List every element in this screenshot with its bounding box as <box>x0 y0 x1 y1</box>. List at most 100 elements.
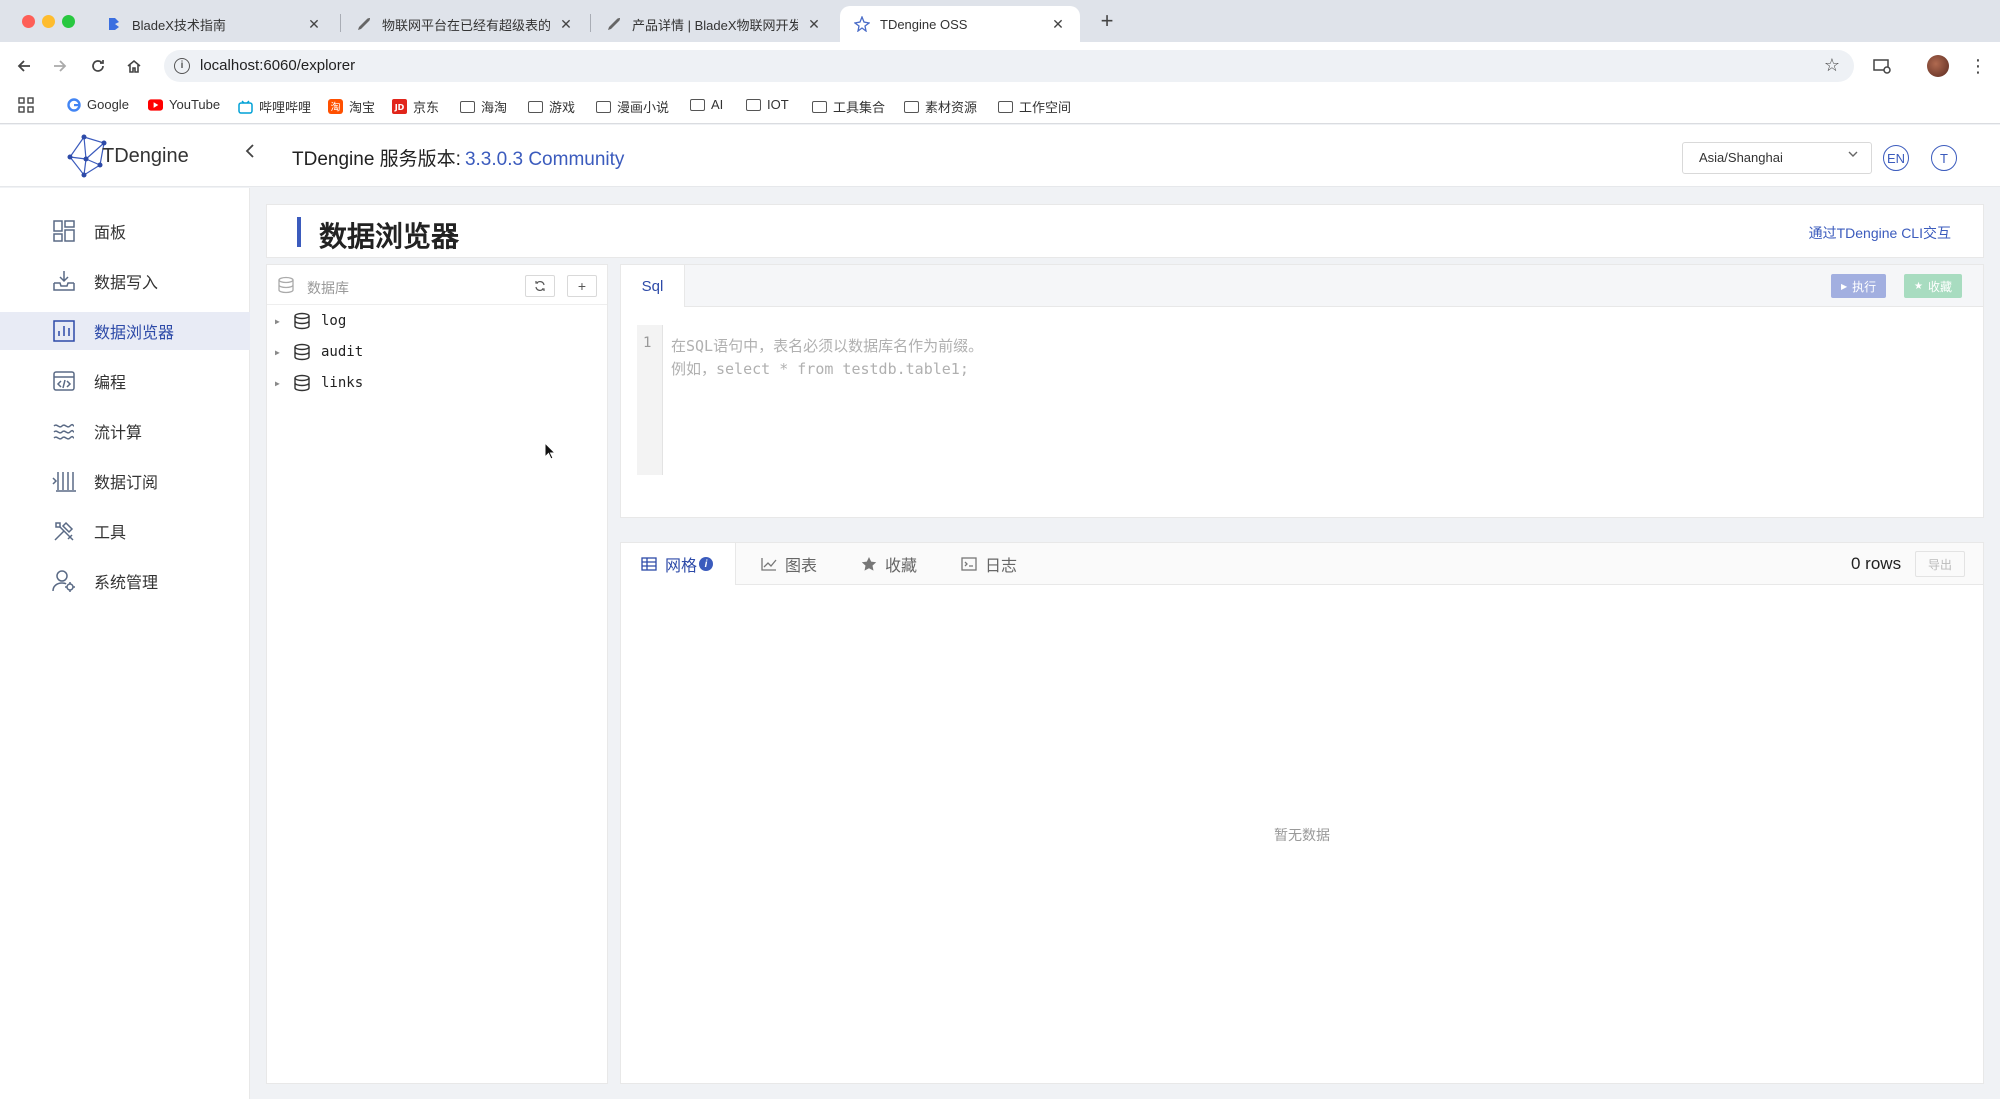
user-button[interactable]: T <box>1931 145 1957 171</box>
version-text: 3.3.0.3 Community <box>464 149 625 170</box>
folder-icon <box>596 99 611 114</box>
bookmark-folder[interactable]: 工作空间 <box>998 97 1071 116</box>
editor-placeholder-line-1: 在SQL语句中，表名必须以数据库名作为前缀。 <box>671 337 984 355</box>
app-logo[interactable]: TDengine <box>64 133 189 179</box>
code-icon <box>52 369 76 393</box>
apps-grid-icon[interactable] <box>18 97 34 113</box>
timezone-select[interactable]: Asia/Shanghai <box>1682 142 1872 174</box>
folder-icon <box>460 99 475 114</box>
close-tab-icon[interactable]: ✕ <box>306 16 322 33</box>
bookmark-star-icon[interactable]: ☆ <box>1824 55 1840 76</box>
cli-link[interactable]: 通过TDengine CLI交互 <box>1809 223 1951 243</box>
url-text: localhost:6060/explorer <box>200 57 356 74</box>
caret-right-icon[interactable]: ▶ <box>275 317 287 326</box>
caret-right-icon[interactable]: ▶ <box>275 379 287 388</box>
result-panel: 网格 i 图表 收藏 日志 0 rows 导出 暂无数据 <box>620 542 1984 1084</box>
browser-tab-iot[interactable]: 物联网平台在已经有超级表的情 ✕ <box>342 6 588 42</box>
database-item-links[interactable]: ▶ links <box>275 371 363 395</box>
bilibili-icon <box>238 99 253 114</box>
folder-icon <box>998 99 1013 114</box>
explorer-icon <box>52 319 76 343</box>
bookmark-folder[interactable]: 游戏 <box>528 97 575 116</box>
taobao-icon: 淘 <box>328 99 343 114</box>
new-tab-button[interactable]: + <box>1094 8 1120 34</box>
minimize-window-button[interactable] <box>42 15 55 28</box>
add-database-button[interactable]: + <box>567 275 597 297</box>
bookmark-taobao[interactable]: 淘 淘宝 <box>328 97 375 116</box>
rocket-icon <box>606 16 622 32</box>
browser-tab-tdengine[interactable]: TDengine OSS ✕ <box>840 6 1080 42</box>
data-in-icon <box>52 269 76 293</box>
folder-icon <box>812 99 827 114</box>
sidebar-item-stream[interactable]: 流计算 <box>0 412 250 450</box>
maximize-window-button[interactable] <box>62 15 75 28</box>
browser-menu-icon[interactable]: ⋮ <box>1962 50 1994 82</box>
bookmark-folder[interactable]: 素材资源 <box>904 97 977 116</box>
database-item-log[interactable]: ▶ log <box>275 309 346 333</box>
collapse-sidebar-icon[interactable] <box>240 143 260 164</box>
sidebar: 面板 数据写入 数据浏览器 编程 流计算 数据订阅 工具 系统管理 <box>0 188 250 1099</box>
export-button[interactable]: 导出 <box>1915 551 1965 577</box>
bookmark-jd[interactable]: JD 京东 <box>392 97 439 116</box>
bookmarks-bar: Google YouTube 哔哩哔哩 淘 淘宝 JD 京东 海淘 游戏 漫画小… <box>0 90 2000 124</box>
sidebar-item-subscribe[interactable]: 数据订阅 <box>0 462 250 500</box>
bookmark-folder[interactable]: 漫画小说 <box>596 97 669 116</box>
caret-right-icon[interactable]: ▶ <box>275 348 287 357</box>
database-item-audit[interactable]: ▶ audit <box>275 340 363 364</box>
folder-icon <box>690 97 705 112</box>
play-icon: ▶ <box>1841 281 1848 291</box>
close-tab-icon[interactable]: ✕ <box>558 16 574 33</box>
bookmark-youtube[interactable]: YouTube <box>148 97 220 112</box>
chevron-down-icon <box>1847 148 1859 163</box>
back-icon[interactable] <box>8 50 40 82</box>
service-version: TDengine 服务版本: 3.3.0.3 Community <box>292 149 625 170</box>
forward-icon[interactable] <box>44 50 76 82</box>
sidebar-item-code[interactable]: 编程 <box>0 362 250 400</box>
page-title: 数据浏览器 <box>319 221 460 252</box>
sidebar-item-tools[interactable]: 工具 <box>0 512 250 550</box>
tab-sql[interactable]: Sql <box>621 265 685 307</box>
cast-icon[interactable] <box>1866 50 1898 82</box>
close-tab-icon[interactable]: ✕ <box>806 16 822 33</box>
info-icon[interactable]: i <box>699 557 714 571</box>
bookmark-bilibili[interactable]: 哔哩哔哩 <box>238 97 311 116</box>
line-chart-icon <box>761 557 777 571</box>
bookmark-google[interactable]: Google <box>66 97 129 112</box>
sidebar-item-data-in[interactable]: 数据写入 <box>0 262 250 300</box>
tdengine-icon <box>853 15 871 33</box>
sql-editor[interactable]: 1 在SQL语句中，表名必须以数据库名作为前缀。 例如，select * fro… <box>637 325 1977 475</box>
refresh-button[interactable] <box>525 275 555 297</box>
site-info-icon[interactable]: i <box>174 58 190 74</box>
sidebar-item-explorer[interactable]: 数据浏览器 <box>0 312 250 350</box>
execute-button[interactable]: ▶ 执行 <box>1831 274 1887 298</box>
folder-icon <box>528 99 543 114</box>
refresh-icon <box>535 281 545 291</box>
address-bar[interactable]: i localhost:6060/explorer ☆ <box>164 50 1854 82</box>
profile-avatar[interactable] <box>1922 50 1954 82</box>
sidebar-item-admin[interactable]: 系统管理 <box>0 562 250 600</box>
browser-tab-bladex[interactable]: BladeX技术指南 ✕ <box>92 6 336 42</box>
line-gutter: 1 <box>637 325 663 475</box>
sql-panel: Sql ▶ 执行 ★ 收藏 1 在SQL语句中，表名必须以数据库名作为前缀。 例如，… <box>620 264 1984 518</box>
table-icon <box>641 557 657 571</box>
tab-favorites[interactable]: 收藏 <box>861 543 917 585</box>
save-favorite-button[interactable]: ★ 收藏 <box>1904 274 1962 298</box>
browser-tab-product[interactable]: 产品详情 | BladeX物联网开发平 ✕ <box>592 6 836 42</box>
bookmark-folder[interactable]: 工具集合 <box>812 97 885 116</box>
bookmark-folder[interactable]: 海淘 <box>460 97 507 116</box>
close-window-button[interactable] <box>22 15 35 28</box>
bookmark-folder[interactable]: IOT <box>746 97 789 112</box>
bladex-icon <box>106 16 122 32</box>
bookmark-folder[interactable]: AI <box>690 97 723 112</box>
home-icon[interactable] <box>118 50 150 82</box>
tab-grid[interactable]: 网格 i <box>621 543 737 585</box>
database-panel-header: 数据库 + <box>267 265 607 305</box>
close-tab-icon[interactable]: ✕ <box>1050 16 1066 33</box>
tab-chart[interactable]: 图表 <box>761 543 817 585</box>
sidebar-item-dashboard[interactable]: 面板 <box>0 212 250 250</box>
folder-icon <box>746 97 761 112</box>
tab-logs[interactable]: 日志 <box>961 543 1017 585</box>
language-button[interactable]: EN <box>1883 145 1909 171</box>
reload-icon[interactable] <box>82 50 114 82</box>
terminal-icon <box>961 557 977 571</box>
